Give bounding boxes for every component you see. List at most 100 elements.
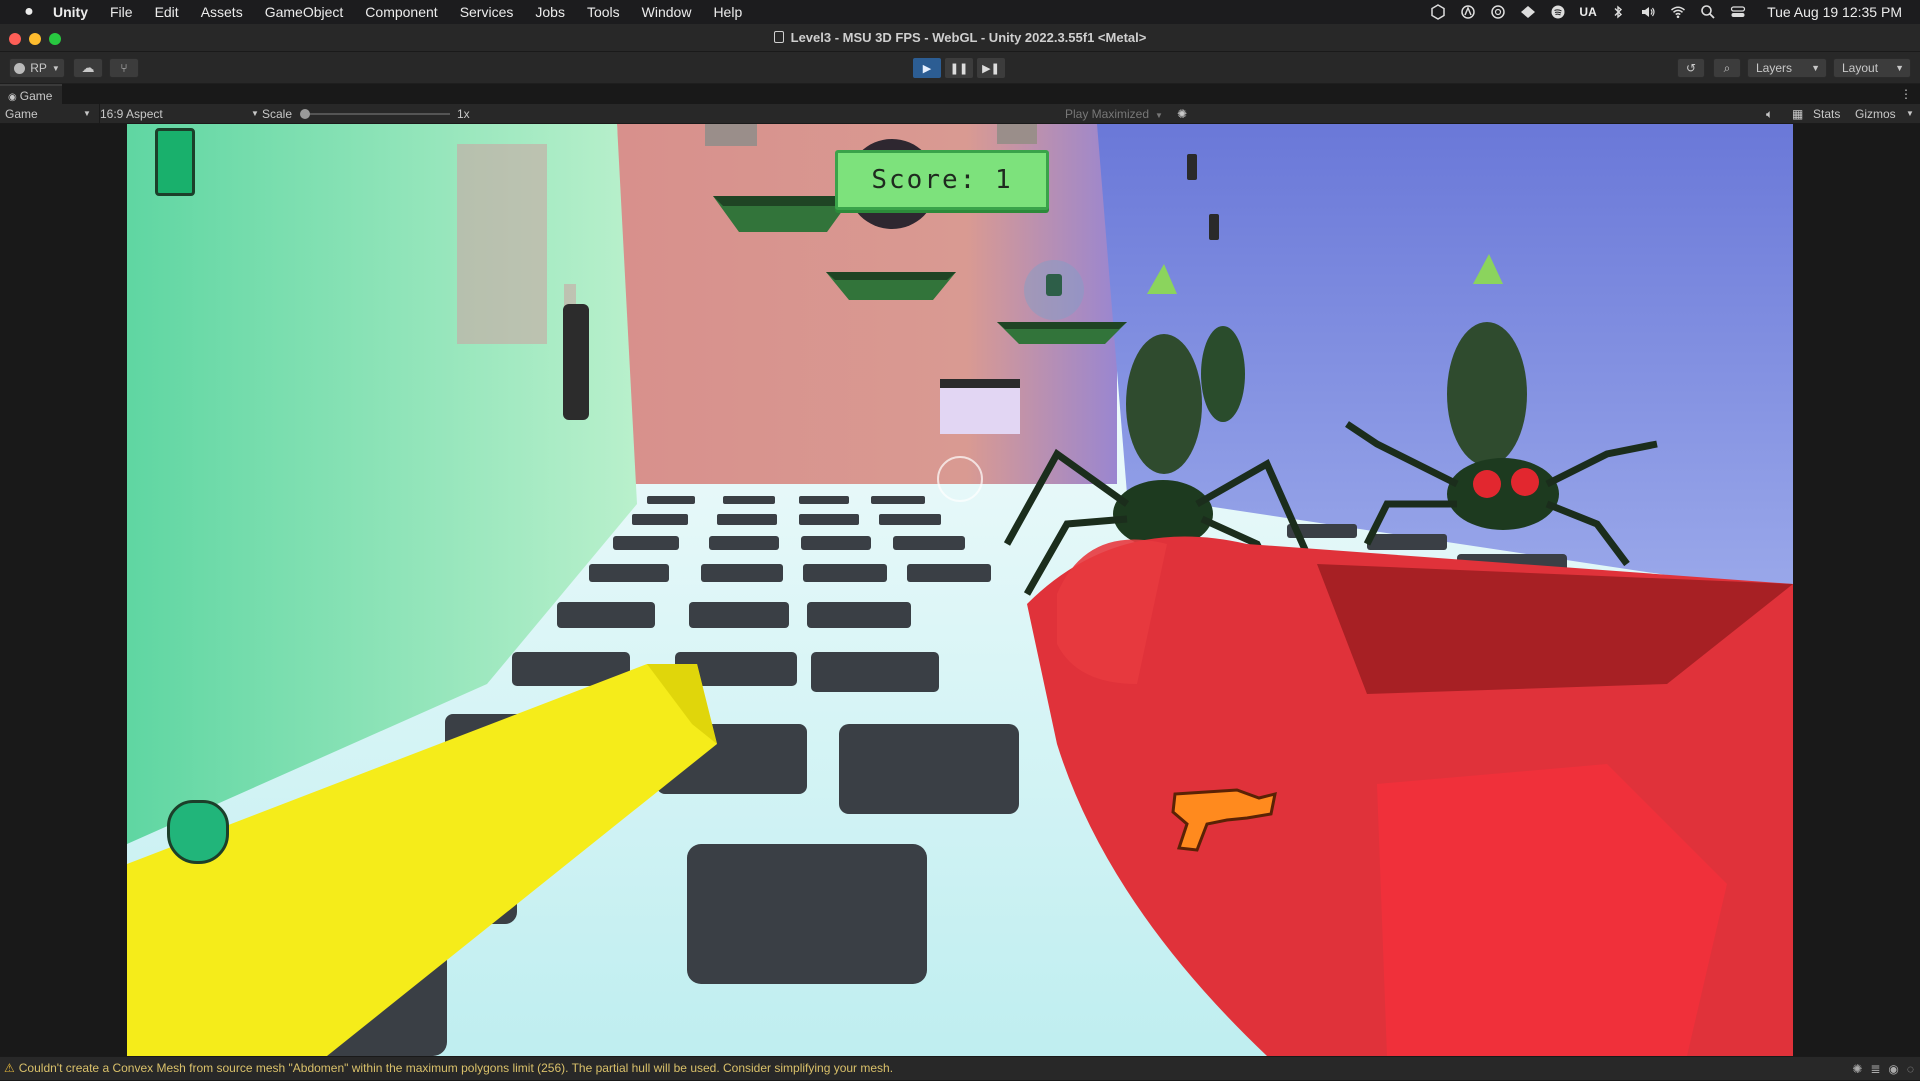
cloud-button[interactable]: ☁: [73, 58, 103, 78]
cache-server-icon[interactable]: ≣: [1870, 1058, 1880, 1081]
layers-label: Layers: [1756, 61, 1793, 75]
chevron-down-icon: ▼: [1811, 63, 1820, 73]
menu-file[interactable]: File: [99, 0, 144, 24]
display-dropdown[interactable]: Game ▼: [5, 104, 91, 124]
tab-options-icon[interactable]: ⋮: [1900, 84, 1912, 104]
chevron-down-icon: ▼: [83, 109, 91, 118]
wall-window: [457, 144, 547, 344]
health-pickup: [1046, 274, 1062, 296]
play-maximized-dropdown[interactable]: Play Maximized ▼: [1065, 104, 1163, 126]
input-source-label[interactable]: UA: [1573, 0, 1603, 24]
game-viewport: Score: 1: [0, 124, 1920, 1056]
health-bar-hud: [155, 128, 195, 196]
document-icon: [773, 31, 784, 43]
window-title: Level3 - MSU 3D FPS - WebGL - Unity 2022…: [0, 24, 1920, 52]
raygun-icon: [1171, 788, 1277, 852]
menu-window[interactable]: Window: [631, 0, 703, 24]
step-button[interactable]: ▶❚: [977, 58, 1005, 78]
score-panel: Score: 1: [835, 150, 1049, 210]
status-icons: ✺ ≣ ◉ ◌: [1852, 1057, 1914, 1081]
menu-component[interactable]: Component: [354, 0, 448, 24]
account-label: RP: [30, 61, 47, 75]
version-control-button[interactable]: ⑂: [109, 58, 139, 78]
spotlight-search-icon[interactable]: [1693, 0, 1723, 24]
search-icon: ⌕: [1723, 60, 1731, 75]
menu-unity[interactable]: Unity: [42, 0, 99, 24]
aspect-label: 16:9 Aspect: [100, 107, 163, 121]
search-button[interactable]: ⌕: [1713, 58, 1741, 78]
wifi-icon[interactable]: [1663, 0, 1693, 24]
aspect-dropdown[interactable]: 16:9 Aspect ▼: [99, 104, 259, 124]
history-icon: ↺: [1685, 61, 1697, 75]
game-view-control-bar: Game ▼ 16:9 Aspect ▼ Scale 1x Play Maximiz…: [0, 104, 1920, 124]
stats-button[interactable]: Stats: [1813, 104, 1840, 124]
step-icon: ▶❚: [982, 62, 1000, 75]
menu-services[interactable]: Services: [449, 0, 525, 24]
spotify-icon[interactable]: [1543, 0, 1573, 24]
cloud-sync-icon[interactable]: [1483, 0, 1513, 24]
macos-menu-bar: ● Unity File Edit Assets GameObject Comp…: [0, 0, 1920, 24]
notification-icon[interactable]: ◌: [1907, 1058, 1914, 1081]
gizmos-button[interactable]: Gizmos: [1855, 104, 1896, 124]
unity-status-icon[interactable]: [1423, 0, 1453, 24]
chevron-down-icon: ▼: [1155, 111, 1163, 120]
window-title-bar: Level3 - MSU 3D FPS - WebGL - Unity 2022…: [0, 24, 1920, 52]
bluetooth-icon[interactable]: [1603, 0, 1633, 24]
layers-dropdown[interactable]: Layers ▼: [1747, 58, 1827, 78]
account-icon: [14, 62, 26, 74]
unity-main-toolbar: RP ▼ ☁ ⑂ ▶ ❚❚ ▶❚ ↺ ⌕ Layers ▼ Layout ▼: [0, 52, 1920, 84]
cloud-icon: ☁: [81, 60, 95, 75]
chevron-down-icon: ▼: [51, 63, 60, 73]
play-maximized-label: Play Maximized: [1065, 107, 1150, 121]
scale-slider-handle[interactable]: [300, 109, 310, 119]
warning-icon: ⚠: [4, 1061, 15, 1075]
pause-button[interactable]: ❚❚: [945, 58, 973, 78]
console-status-bar[interactable]: ⚠ Couldn't create a Convex Mesh from sour…: [0, 1056, 1920, 1080]
stats-grid-icon[interactable]: ▦: [1792, 104, 1803, 124]
control-center-icon[interactable]: [1723, 0, 1753, 24]
menu-edit[interactable]: Edit: [144, 0, 190, 24]
scale-value: 1x: [457, 107, 470, 121]
scene-illustration: [127, 124, 1793, 1056]
apple-menu-icon[interactable]: ●: [16, 3, 42, 21]
display-label: Game: [5, 107, 38, 121]
scale-slider-track[interactable]: [304, 113, 450, 115]
pause-icon: ❚❚: [949, 62, 969, 75]
creative-icon[interactable]: [1453, 0, 1483, 24]
wall-door-handle: [563, 304, 589, 420]
bug-icon[interactable]: ✺: [1177, 104, 1187, 124]
menu-bar-clock[interactable]: Tue Aug 19 12:35 PM: [1753, 4, 1920, 20]
score-text: Score: 1: [871, 165, 1013, 195]
menu-help[interactable]: Help: [702, 0, 753, 24]
vpn-icon[interactable]: [1513, 0, 1543, 24]
window-title-text: Level3 - MSU 3D FPS - WebGL - Unity 2022…: [790, 30, 1147, 45]
layout-label: Layout: [1842, 61, 1879, 75]
tab-game[interactable]: ◉ Game: [0, 84, 63, 104]
raygun-weapon-icon: [1167, 784, 1277, 854]
undo-history-button[interactable]: ↺: [1677, 58, 1705, 78]
collab-icon[interactable]: ◉: [1888, 1058, 1898, 1081]
tab-game-label: Game: [19, 89, 53, 103]
scale-label: Scale: [262, 107, 293, 121]
menu-tools[interactable]: Tools: [576, 0, 631, 24]
chevron-down-icon: ▼: [1895, 63, 1904, 73]
branch-icon: ⑂: [120, 61, 128, 75]
console-message: Couldn't create a Convex Mesh from sourc…: [18, 1061, 894, 1075]
spider-enemy: [1201, 326, 1245, 422]
menu-gameobject[interactable]: GameObject: [254, 0, 355, 24]
mute-audio-icon[interactable]: 🔈︎: [1766, 104, 1773, 124]
chevron-down-icon[interactable]: ▼: [1906, 104, 1914, 124]
layout-dropdown[interactable]: Layout ▼: [1833, 58, 1911, 78]
play-button[interactable]: ▶: [913, 58, 941, 78]
menu-assets[interactable]: Assets: [190, 0, 254, 24]
lighting-icon[interactable]: ✺: [1852, 1058, 1862, 1081]
menu-jobs[interactable]: Jobs: [524, 0, 576, 24]
account-dropdown[interactable]: RP ▼: [9, 58, 65, 78]
gamepad-icon: ◉: [8, 92, 17, 103]
game-tab-row: ◉ Game ⋮: [0, 84, 1920, 104]
play-icon: ▶: [922, 62, 932, 75]
shield-ability-icon: [167, 800, 229, 864]
volume-icon[interactable]: [1633, 0, 1663, 24]
game-render[interactable]: Score: 1: [127, 124, 1793, 1056]
chevron-down-icon: ▼: [251, 109, 259, 118]
